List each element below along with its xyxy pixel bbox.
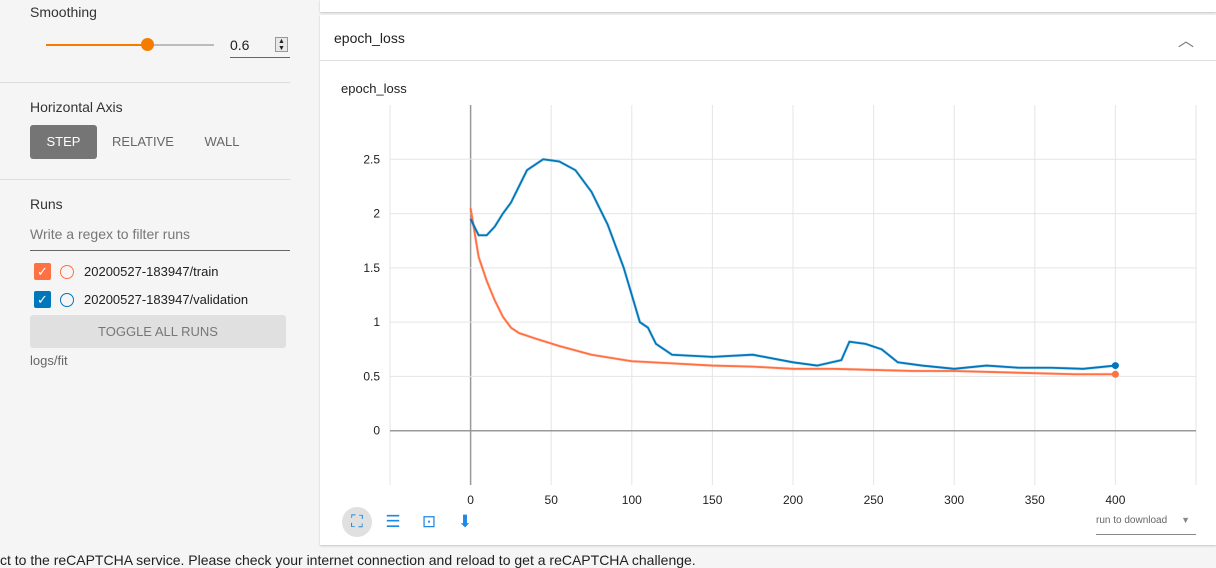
checkbox-checked-icon[interactable]: ✓ xyxy=(34,291,51,308)
x-tick-label: 0 xyxy=(467,493,474,505)
smoothing-slider[interactable] xyxy=(46,38,214,51)
dropdown-arrow-icon: ▼ xyxy=(1181,515,1190,525)
horizontal-axis-label: Horizontal Axis xyxy=(30,99,123,115)
x-tick-label: 50 xyxy=(545,493,559,505)
run-item-train[interactable]: ✓ 20200527-183947/train xyxy=(34,263,218,280)
axis-step-button[interactable]: STEP xyxy=(30,125,97,159)
loss-chart[interactable]: 0 50 100 150 200 250 300 350 400 0 0.5 1 1.5 2 2.5 xyxy=(320,15,1216,505)
x-tick-label: 200 xyxy=(783,493,803,505)
axis-wall-button[interactable]: WALL xyxy=(192,125,252,159)
x-tick-label: 100 xyxy=(622,493,642,505)
runs-label: Runs xyxy=(30,196,63,212)
smoothing-value: 0.6 xyxy=(230,37,250,53)
smoothing-input[interactable]: 0.6 ▲ ▼ xyxy=(230,32,290,58)
series-end-point xyxy=(1111,370,1119,378)
y-tick-label: 1.5 xyxy=(363,261,380,275)
run-name: 20200527-183947/train xyxy=(84,264,219,279)
spinner-icon[interactable]: ▲ ▼ xyxy=(275,37,288,52)
recaptcha-error: ct to the reCAPTCHA service. Please chec… xyxy=(0,552,696,568)
fullscreen-icon[interactable]: ⛶ xyxy=(342,507,372,537)
color-circle-icon xyxy=(60,264,74,279)
y-tick-label: 0 xyxy=(373,424,380,438)
scalar-card: epoch_loss ︿ epoch_loss 0 50 100 150 200 250 30… xyxy=(320,15,1216,545)
previous-card xyxy=(320,0,1216,12)
download-icon[interactable]: ⬇ xyxy=(450,507,480,537)
chart-toolbar: ⛶ ☰ ⊡ ⬇ xyxy=(342,507,480,537)
slider-knob[interactable] xyxy=(140,38,154,51)
download-select-label: run to download xyxy=(1096,515,1168,526)
series-end-point xyxy=(1111,362,1119,370)
y-tick-label: 2.5 xyxy=(363,152,380,166)
toggle-all-runs-button[interactable]: TOGGLE ALL RUNS xyxy=(30,315,286,348)
run-to-download-select[interactable]: run to download ▼ xyxy=(1096,515,1196,535)
sidebar: Smoothing 0.6 ▲ ▼ Horizontal Axis STEP REL… xyxy=(0,0,305,540)
y-tick-label: 0.5 xyxy=(363,369,380,383)
run-item-validation[interactable]: ✓ 20200527-183947/validation xyxy=(34,291,248,308)
x-tick-label: 300 xyxy=(944,493,964,505)
y-tick-label: 2 xyxy=(373,207,380,221)
log-dir: logs/fit xyxy=(30,353,68,368)
fit-domain-icon[interactable]: ⊡ xyxy=(414,507,444,537)
axis-relative-button[interactable]: RELATIVE xyxy=(104,125,182,159)
divider xyxy=(0,82,290,83)
divider xyxy=(0,179,290,180)
y-tick-label: 1 xyxy=(373,315,380,329)
checkbox-checked-icon[interactable]: ✓ xyxy=(34,263,51,280)
slider-fill xyxy=(46,44,147,46)
smoothing-label: Smoothing xyxy=(30,4,97,20)
run-filter-input[interactable]: Write a regex to filter runs xyxy=(30,226,290,251)
x-tick-label: 250 xyxy=(864,493,884,505)
color-circle-icon xyxy=(60,292,74,307)
x-tick-label: 350 xyxy=(1025,493,1045,505)
run-name: 20200527-183947/validation xyxy=(84,292,249,307)
x-tick-label: 150 xyxy=(702,493,722,505)
x-tick-label: 400 xyxy=(1105,493,1125,505)
toggle-log-scale-icon[interactable]: ☰ xyxy=(378,507,408,537)
